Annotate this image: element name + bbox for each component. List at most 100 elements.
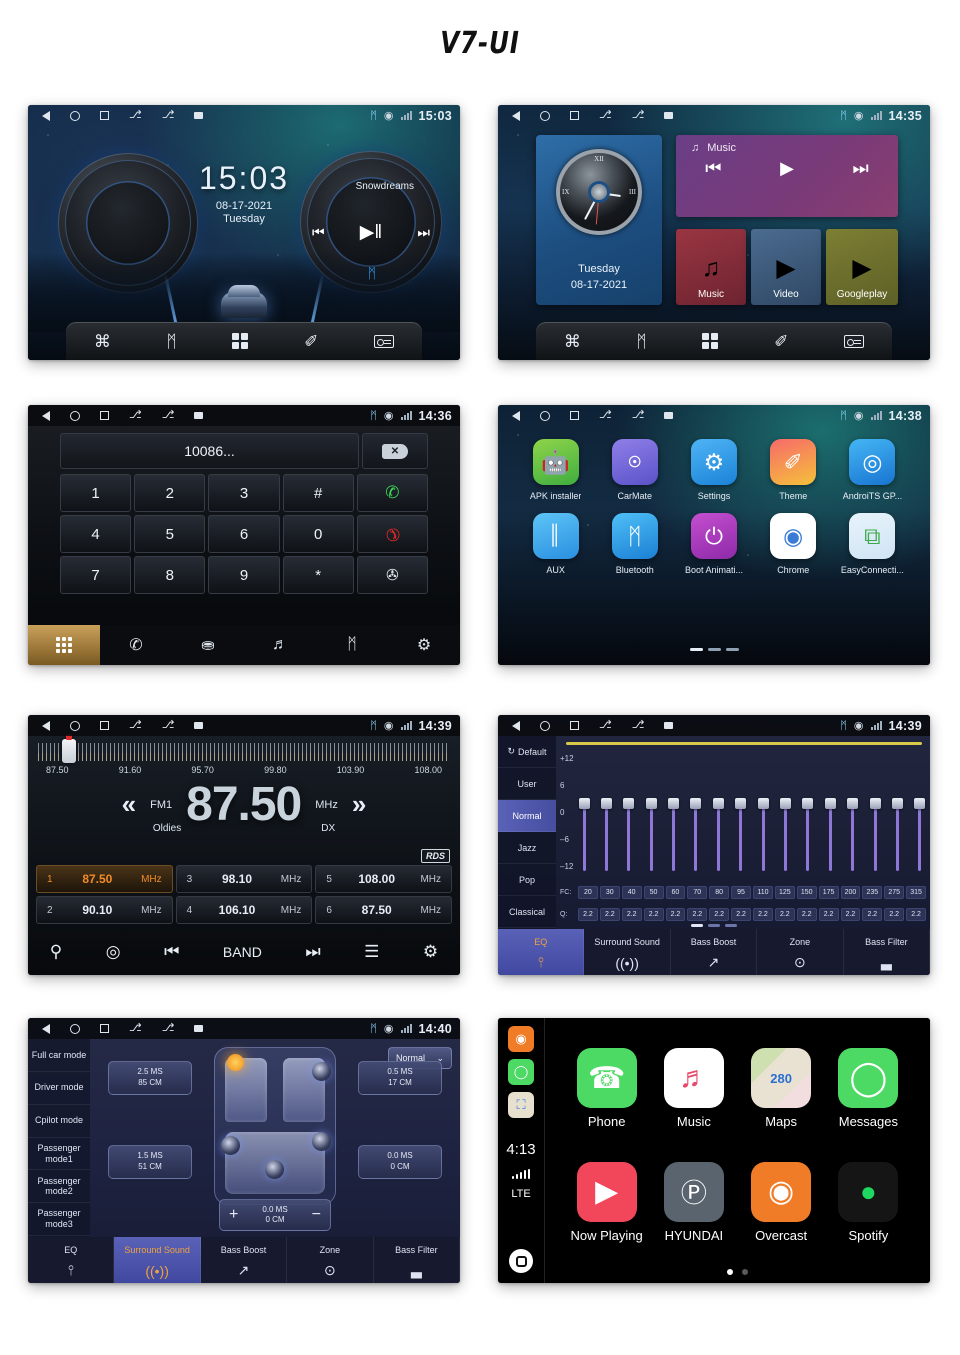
tune-down-button[interactable]: «: [122, 789, 136, 820]
carplay-app-hyundai[interactable]: Ⓟ HYUNDAI: [650, 1146, 737, 1260]
eq-preset-normal[interactable]: Normal: [498, 800, 556, 833]
backspace-button[interactable]: ✕: [362, 433, 428, 469]
prev-track-icon[interactable]: ⏮: [705, 158, 721, 179]
mode-passenger-1[interactable]: Passenger mode1: [28, 1138, 90, 1171]
recents-square-icon[interactable]: [570, 721, 579, 730]
tune-up-button[interactable]: »: [352, 789, 366, 820]
navigation-icon[interactable]: ⌘: [564, 333, 581, 350]
key-5[interactable]: 5: [134, 515, 206, 553]
home-circle-icon[interactable]: [70, 410, 80, 421]
slider-thumb[interactable]: [914, 798, 926, 810]
q-cell[interactable]: 2.2: [774, 908, 795, 921]
slider-thumb[interactable]: [891, 798, 903, 810]
tab-contacts[interactable]: ⛂: [172, 625, 244, 665]
theme-icon[interactable]: ✐: [304, 333, 318, 350]
page-dot[interactable]: [725, 924, 737, 927]
page-dot[interactable]: [742, 1269, 748, 1275]
prev-station-icon[interactable]: ⏮: [164, 942, 179, 962]
fc-cell[interactable]: 275: [884, 886, 905, 899]
phone-number-field[interactable]: 10086...: [60, 433, 359, 469]
key-1[interactable]: 1: [60, 474, 132, 512]
slider-thumb[interactable]: [645, 798, 657, 810]
listener-position-marker[interactable]: [227, 1054, 244, 1071]
q-cell[interactable]: 2.2: [753, 908, 773, 921]
preset-4[interactable]: 4 106.10 MHz: [175, 896, 313, 924]
eq-band-slider[interactable]: [690, 754, 702, 871]
maps-icon[interactable]: ⛶: [508, 1092, 534, 1118]
tab-bt-phone[interactable]: ᛗ: [316, 625, 388, 665]
home-circle-icon[interactable]: [540, 410, 550, 421]
tab-bass-boost[interactable]: Bass Boost ↗: [671, 929, 758, 975]
tab-bass-filter[interactable]: Bass Filter ▃: [844, 929, 930, 975]
messages-icon[interactable]: ◯: [508, 1059, 534, 1085]
eq-band-slider[interactable]: [735, 754, 747, 871]
recents-square-icon[interactable]: [100, 721, 109, 730]
q-cell[interactable]: 2.2: [621, 908, 642, 921]
fc-cell[interactable]: 60: [665, 886, 686, 899]
slider-thumb[interactable]: [600, 798, 612, 810]
carplay-home-button[interactable]: [509, 1249, 533, 1273]
eq-band-slider[interactable]: [780, 754, 792, 871]
navigation-icon[interactable]: ⌘: [94, 333, 111, 350]
q-cell[interactable]: 2.2: [643, 908, 664, 921]
slider-thumb[interactable]: [780, 798, 792, 810]
back-triangle-icon[interactable]: [512, 410, 520, 421]
back-triangle-icon[interactable]: [512, 110, 520, 121]
home-circle-icon[interactable]: [70, 110, 80, 121]
frequency-scale[interactable]: 87.50 91.60 95.70 99.80 103.90 108.00: [38, 734, 450, 775]
eq-band-slider[interactable]: [869, 754, 881, 871]
preset-6[interactable]: 6 87.50 MHz: [315, 896, 452, 924]
fc-cell[interactable]: 80: [709, 886, 730, 899]
mode-cpilot[interactable]: Cpilot mode: [28, 1105, 90, 1138]
q-cell[interactable]: 2.2: [840, 908, 861, 921]
fc-cell[interactable]: 30: [599, 886, 620, 899]
q-cell[interactable]: 2.2: [665, 908, 686, 921]
carplay-app-maps[interactable]: 280 Maps: [738, 1032, 825, 1146]
fc-cell[interactable]: 235: [862, 886, 883, 899]
slider-thumb[interactable]: [824, 798, 836, 810]
page-dot[interactable]: [707, 648, 721, 651]
end-call-button[interactable]: ✆: [356, 515, 428, 553]
carplay-app-music[interactable]: ♬ Music: [650, 1032, 737, 1146]
home-circle-icon[interactable]: [70, 1023, 80, 1034]
fc-cell[interactable]: 200: [840, 886, 861, 899]
q-cell[interactable]: 2.2: [796, 908, 817, 921]
preset-5[interactable]: 5 108.00 MHz: [315, 865, 452, 893]
key-star[interactable]: *: [282, 556, 354, 594]
mode-passenger-2[interactable]: Passenger mode2: [28, 1170, 90, 1204]
tab-bass-boost[interactable]: Bass Boost ↗: [201, 1237, 288, 1283]
tab-bass-filter[interactable]: Bass Filter ▃: [374, 1237, 460, 1283]
carplay-app-messages[interactable]: ◯ Messages: [825, 1032, 912, 1146]
app-apk-installer[interactable]: 🤖 APK installer: [516, 439, 595, 501]
preset-3[interactable]: 3 98.10 MHz: [175, 865, 313, 893]
bluetooth-icon[interactable]: ᛗ: [167, 333, 177, 350]
slider-thumb[interactable]: [847, 798, 859, 810]
search-icon[interactable]: ⚲: [50, 942, 62, 962]
analog-clock-widget[interactable]: XII III IX Tuesday 08-17-2021: [536, 135, 662, 305]
tab-surround-sound[interactable]: Surround Sound ((•)): [584, 929, 671, 975]
tuner-cursor[interactable]: [62, 734, 76, 763]
page-dot[interactable]: [689, 648, 703, 651]
eq-band-slider[interactable]: [757, 754, 769, 871]
mode-full-car[interactable]: Full car mode: [28, 1039, 90, 1072]
play-pause-icon[interactable]: ▶‖: [360, 221, 382, 244]
eq-band-slider[interactable]: [891, 754, 903, 871]
decrease-button[interactable]: −: [312, 1206, 321, 1224]
increase-button[interactable]: +: [229, 1206, 238, 1224]
fc-cell[interactable]: 50: [643, 886, 664, 899]
slider-thumb[interactable]: [690, 798, 702, 810]
transfer-call-button[interactable]: ✇: [356, 556, 428, 594]
apps-icon[interactable]: [702, 333, 719, 349]
carplay-app-now-playing[interactable]: ▶ Now Playing: [563, 1146, 650, 1260]
delay-front-left[interactable]: 2.5 MS 85 CM: [108, 1061, 192, 1095]
music-widget[interactable]: ♫ Music ⏮ ▶ ⏭: [676, 135, 898, 217]
fc-cell[interactable]: 20: [578, 886, 598, 899]
slider-thumb[interactable]: [802, 798, 814, 810]
fc-cell[interactable]: 95: [731, 886, 751, 899]
slider-thumb[interactable]: [869, 798, 881, 810]
play-icon[interactable]: ▶: [780, 158, 794, 179]
radio-icon[interactable]: [844, 334, 865, 348]
call-button[interactable]: ✆: [356, 474, 428, 512]
recents-square-icon[interactable]: [100, 1024, 109, 1033]
eq-band-slider[interactable]: [668, 754, 680, 871]
